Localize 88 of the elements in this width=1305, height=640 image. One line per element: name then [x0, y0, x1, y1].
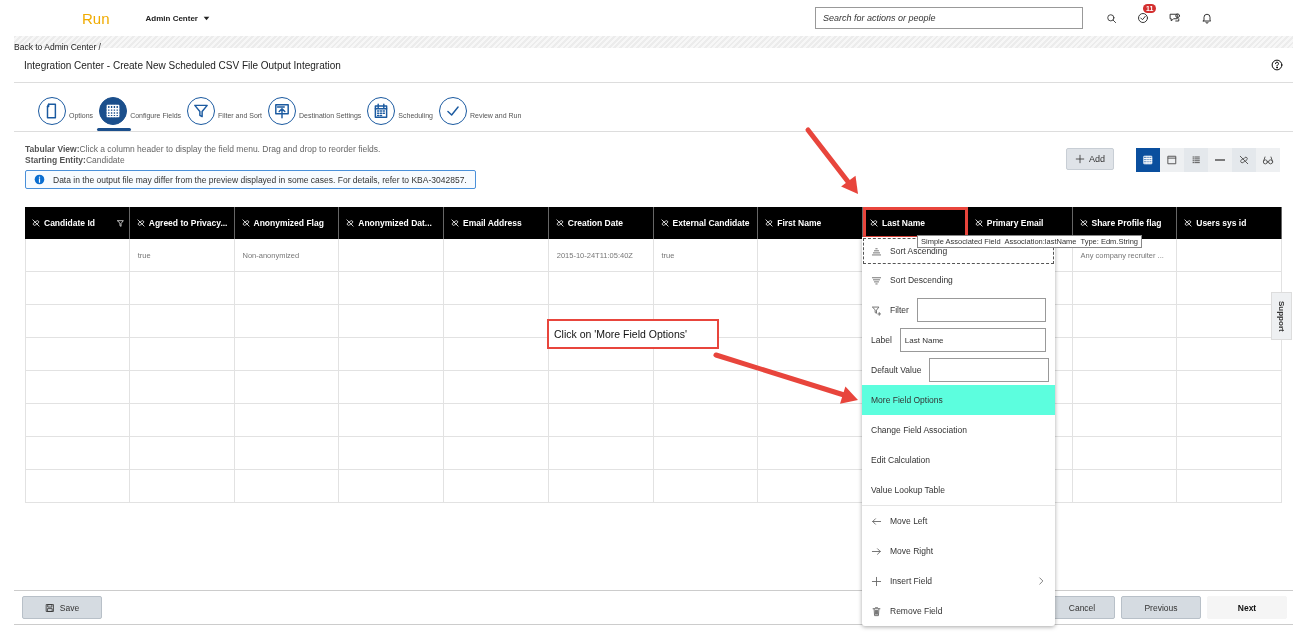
search-field[interactable]: Search for actions or people — [815, 7, 1083, 29]
view-toggle[interactable] — [1136, 148, 1160, 172]
step-button[interactable] — [187, 97, 216, 125]
link-off-icon — [764, 218, 775, 228]
search-icon[interactable] — [1105, 12, 1117, 24]
instruction-text: Starting Entity:Candidate — [25, 155, 126, 166]
bell-icon[interactable] — [1201, 12, 1213, 24]
filter-icon — [871, 304, 882, 316]
column-header[interactable]: Agreed to Privacy... — [129, 207, 235, 239]
info-icon — [34, 174, 45, 185]
column-header[interactable]: Share Profile flag — [1072, 207, 1178, 239]
view-toggle[interactable] — [1184, 148, 1208, 172]
chat-bubble-icon[interactable] — [1169, 12, 1181, 24]
plus-icon — [1075, 154, 1085, 164]
step-button[interactable] — [367, 97, 396, 125]
link-off-icon — [31, 218, 41, 228]
line-icon — [1215, 159, 1225, 161]
view-toggle[interactable] — [1208, 148, 1232, 172]
footer-button[interactable]: Next — [1207, 596, 1287, 619]
menu-item[interactable]: Move Left — [862, 506, 1055, 536]
callout: Click on 'More Field Options' — [547, 319, 719, 349]
page-title: Integration Center - Create New Scheduled CSV File Output Integration — [24, 59, 341, 71]
column-header[interactable]: Creation Date — [548, 207, 654, 239]
window-icon — [1166, 154, 1178, 166]
link-off-icon — [659, 218, 670, 228]
funnel-icon — [192, 102, 211, 120]
breadcrumb-link[interactable]: Back to Admin Center / — [14, 42, 101, 52]
step-button[interactable] — [99, 97, 128, 125]
save-icon — [44, 602, 55, 613]
column-header[interactable]: Last Name — [863, 207, 968, 239]
column-header[interactable]: First Name — [758, 207, 863, 239]
view-toggle[interactable] — [1160, 148, 1184, 172]
arrow-left-icon — [871, 515, 882, 527]
trash-icon — [871, 605, 882, 617]
footer-button[interactable]: Previous — [1121, 596, 1201, 619]
grid-icon — [1142, 154, 1154, 166]
instruction-text: Tabular View:Click a column header to display the field menu. Drag and drop to reorder fields. — [25, 144, 382, 155]
column-header[interactable]: Email Address — [444, 207, 549, 239]
menu-item[interactable]: Sort Descending — [862, 265, 1055, 295]
chevron-right-icon — [1036, 576, 1046, 586]
sort-descending-icon — [871, 274, 882, 286]
link-off-icon — [1183, 218, 1194, 228]
step-button[interactable] — [438, 97, 467, 125]
link-off-icon — [869, 218, 879, 228]
menu-input-field[interactable] — [916, 298, 1046, 322]
list-icon — [1190, 154, 1202, 166]
annotation-arrow — [805, 127, 858, 194]
menu-input-field[interactable]: Last Name — [899, 328, 1046, 352]
support-tab[interactable]: Support — [1271, 292, 1292, 340]
menu-item[interactable]: Move Right — [862, 536, 1055, 566]
help-icon[interactable] — [1271, 59, 1283, 71]
admin-center-menu[interactable]: Admin Center — [143, 11, 213, 25]
link-off-icon — [450, 218, 460, 228]
menu-item[interactable]: Value Lookup Table — [862, 475, 1055, 505]
menu-item[interactable]: Edit Calculation — [862, 445, 1055, 475]
checkmark-circle-icon[interactable] — [1137, 12, 1149, 24]
menu-item[interactable]: Insert Field — [862, 566, 1055, 596]
arrow-right-icon — [871, 545, 882, 557]
column-header[interactable]: Anonymized Dat... — [339, 207, 444, 239]
link-off-icon — [554, 218, 565, 228]
upload-icon — [273, 102, 292, 120]
sort-ascending-icon — [871, 245, 882, 257]
add-button[interactable]: Add — [1066, 148, 1114, 170]
view-toggle[interactable] — [1256, 148, 1280, 172]
link-off-icon — [1078, 218, 1089, 228]
column-header[interactable]: Candidate Id — [25, 207, 130, 239]
info-text: Data in the output file may differ from the preview displayed in some cases. For details, refer to KBA-3042857. — [53, 174, 467, 185]
step-button[interactable] — [38, 97, 66, 125]
field-label: Default Value — [871, 365, 922, 375]
menu-item[interactable]: More Field Options — [862, 385, 1055, 415]
field-label: Label — [871, 335, 892, 345]
link-off-icon — [240, 218, 251, 228]
field-label: Filter — [890, 305, 909, 315]
link-off-icon — [973, 218, 984, 228]
column-header[interactable]: Users sys id — [1177, 207, 1282, 239]
menu-item[interactable]: Change Field Association — [862, 415, 1055, 445]
link-off-icon — [135, 218, 146, 228]
step-button[interactable] — [268, 97, 297, 125]
menu-input-field[interactable] — [929, 358, 1050, 382]
link-off-icon — [1238, 154, 1250, 166]
filter-icon[interactable] — [115, 218, 125, 228]
view-toggle[interactable] — [1232, 148, 1256, 172]
plus-icon — [871, 575, 882, 587]
link-off-icon — [345, 218, 356, 228]
save-button[interactable]: Save — [22, 596, 102, 619]
column-header[interactable]: Anonymized Flag — [234, 207, 340, 239]
column-header[interactable]: External Candidate — [653, 207, 759, 239]
glasses-icon — [1262, 154, 1274, 166]
